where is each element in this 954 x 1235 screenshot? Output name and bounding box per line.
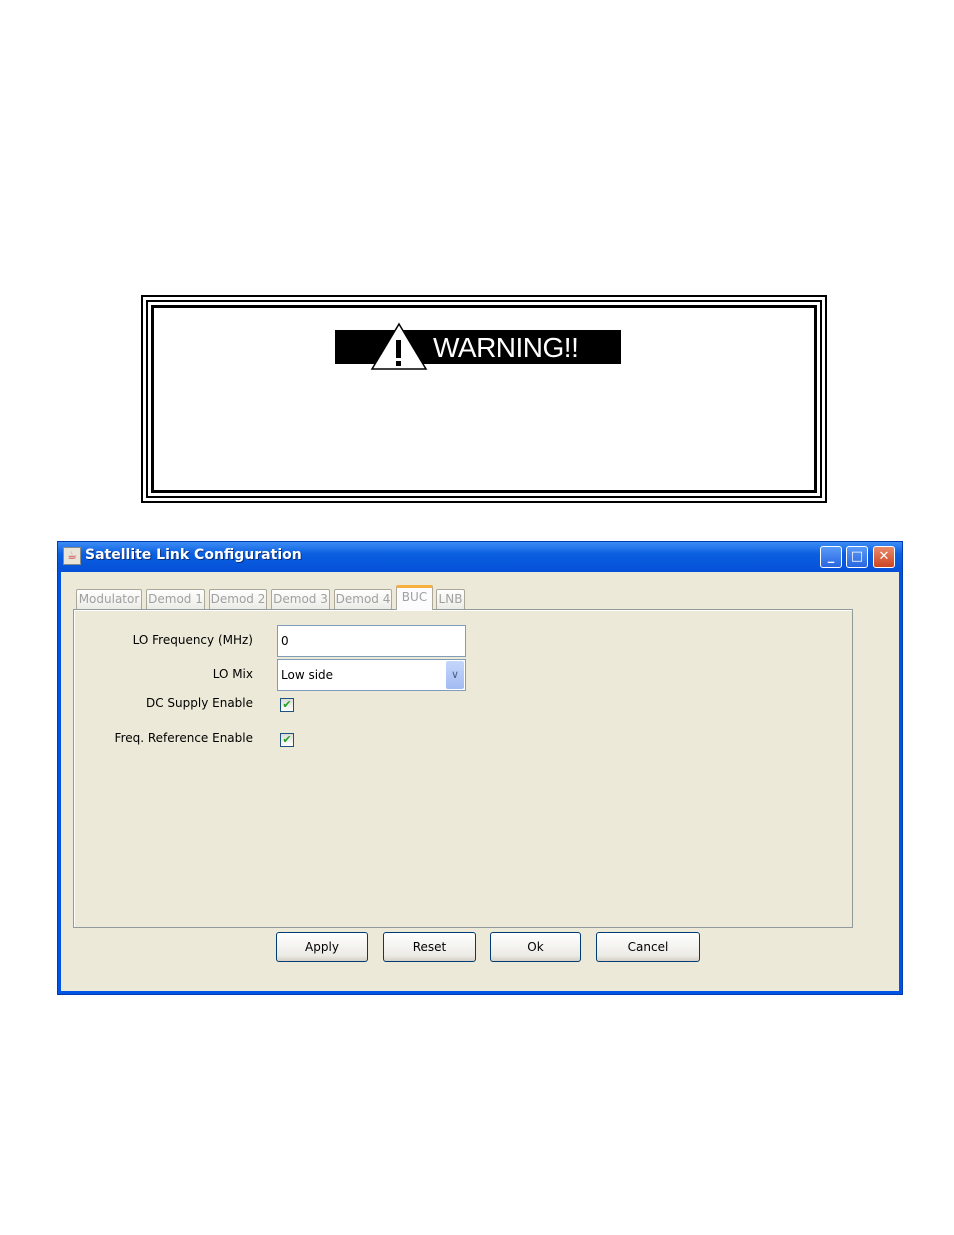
tab-modulator[interactable]: Modulator bbox=[76, 589, 142, 609]
cancel-button[interactable]: Cancel bbox=[596, 932, 700, 962]
close-icon: ✕ bbox=[878, 549, 890, 564]
freq-reference-checkbox[interactable]: ✔ bbox=[280, 733, 294, 747]
tab-buc[interactable]: BUC bbox=[396, 585, 433, 610]
tab-lnb[interactable]: LNB bbox=[436, 589, 465, 609]
chevron-down-icon[interactable]: ∨ bbox=[446, 661, 464, 689]
tab-demod-4[interactable]: Demod 4 bbox=[334, 589, 392, 609]
lo-frequency-label: LO Frequency (MHz) bbox=[132, 633, 253, 647]
dc-supply-checkbox[interactable]: ✔ bbox=[280, 698, 294, 712]
java-app-icon: ☕ bbox=[63, 547, 81, 565]
tab-demod-3[interactable]: Demod 3 bbox=[271, 589, 330, 609]
lo-mix-select[interactable]: Low side ∨ bbox=[277, 659, 466, 691]
apply-button[interactable]: Apply bbox=[276, 932, 368, 962]
checkmark-icon: ✔ bbox=[282, 733, 292, 746]
lo-mix-label: LO Mix bbox=[212, 667, 253, 681]
minimize-icon: _ bbox=[827, 549, 835, 564]
lo-frequency-input[interactable]: 0 bbox=[277, 625, 466, 657]
tab-demod-2[interactable]: Demod 2 bbox=[209, 589, 267, 609]
dc-supply-label: DC Supply Enable bbox=[145, 696, 253, 710]
reset-button[interactable]: Reset bbox=[383, 932, 476, 962]
warning-box bbox=[141, 295, 827, 503]
warning-label: WARNING!! bbox=[433, 332, 579, 363]
lo-mix-value: Low side bbox=[281, 668, 334, 682]
window-title: Satellite Link Configuration bbox=[85, 547, 302, 563]
minimize-button[interactable]: _ bbox=[820, 546, 842, 568]
ok-button[interactable]: Ok bbox=[490, 932, 581, 962]
warning-triangle-icon bbox=[370, 322, 428, 370]
maximize-button[interactable]: □ bbox=[846, 546, 868, 568]
checkmark-icon: ✔ bbox=[282, 698, 292, 711]
maximize-icon: □ bbox=[850, 549, 864, 564]
freq-reference-label: Freq. Reference Enable bbox=[114, 731, 253, 745]
close-button[interactable]: ✕ bbox=[873, 546, 895, 568]
tab-demod-1[interactable]: Demod 1 bbox=[146, 589, 205, 609]
